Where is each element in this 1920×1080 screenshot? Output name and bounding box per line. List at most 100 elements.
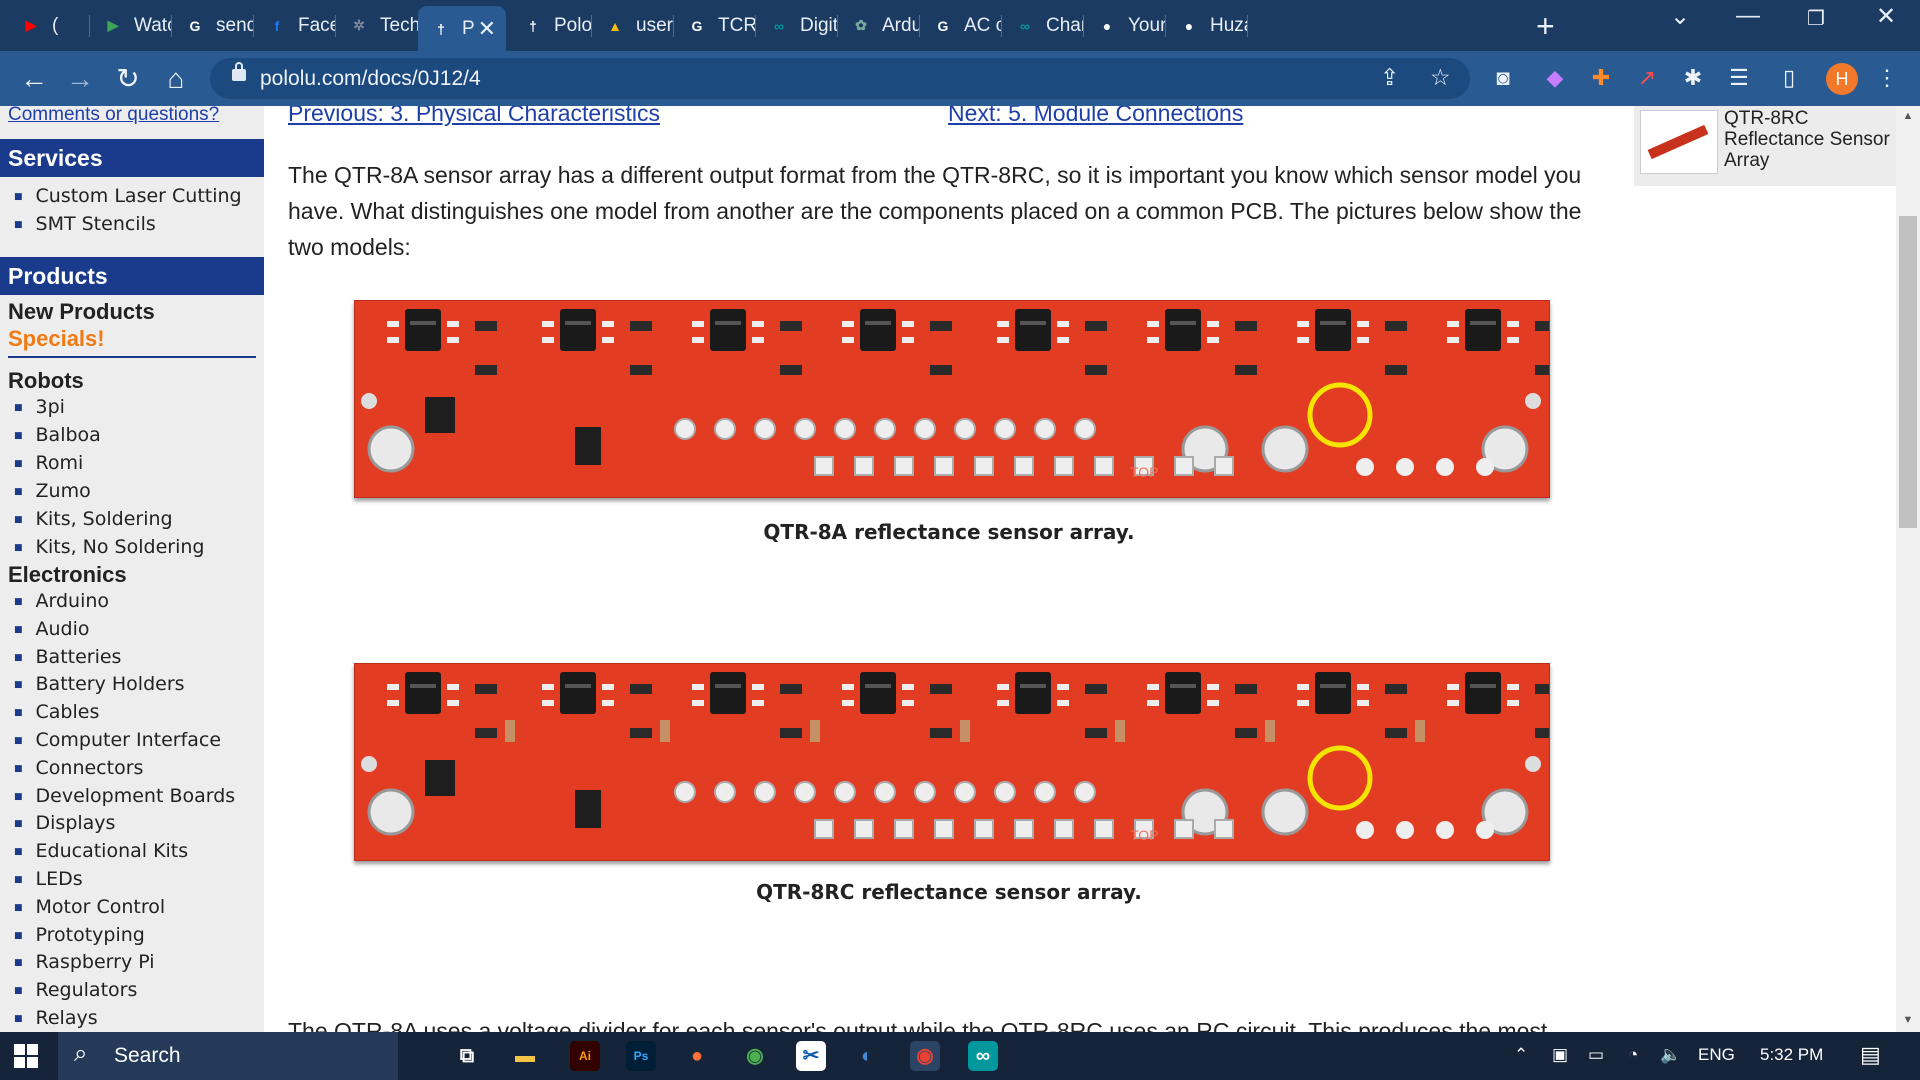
snipping-tool-icon[interactable]: ✂ xyxy=(796,1041,826,1071)
tab-search-chevron-icon[interactable]: ⌄ xyxy=(1656,2,1704,31)
lock-icon[interactable] xyxy=(232,62,246,81)
scroll-down-arrow-icon[interactable]: ▼ xyxy=(1896,1014,1920,1026)
sidebar-item-kits-no-soldering[interactable]: Kits, No Soldering xyxy=(14,536,205,558)
tab-1[interactable]: ▶( xyxy=(8,6,90,45)
side-panel-icon[interactable]: ▯ xyxy=(1774,63,1804,93)
close-window-button[interactable]: ✕ xyxy=(1862,2,1910,31)
tab-4[interactable]: f Facel xyxy=(254,6,336,45)
photoshop-icon[interactable]: Ps xyxy=(626,1041,656,1071)
previous-page-link[interactable]: Previous: 3. Physical Characteristics xyxy=(288,106,660,127)
sidebar-item-educational-kits[interactable]: Educational Kits xyxy=(14,840,189,862)
robots-heading[interactable]: Robots xyxy=(8,368,84,394)
chrome-icon[interactable]: ◉ xyxy=(740,1041,770,1071)
new-tab-button[interactable]: + xyxy=(1536,8,1555,45)
product-thumbnail[interactable] xyxy=(1640,110,1718,174)
tab-6[interactable]: † P ✕ xyxy=(418,6,506,51)
clock-time[interactable]: 5:32 PM xyxy=(1760,1045,1823,1065)
next-page-link[interactable]: Next: 5. Module Connections xyxy=(948,106,1243,127)
smd-resistor xyxy=(475,728,497,738)
address-bar[interactable]: pololu.com/docs/0J12/4 ⇪ ☆ xyxy=(210,58,1470,99)
back-arrow-icon[interactable]: ← xyxy=(16,61,52,97)
tray-chevron-icon[interactable]: ⌃ xyxy=(1514,1045,1528,1065)
electronics-heading[interactable]: Electronics xyxy=(8,562,127,588)
sidebar-item-batteries[interactable]: Batteries xyxy=(14,646,122,668)
reload-icon[interactable]: ↻ xyxy=(110,61,146,97)
sidebar-item-computer-interface[interactable]: Computer Interface xyxy=(14,729,222,751)
sidebar-item-audio[interactable]: Audio xyxy=(14,618,90,640)
sidebar-item-balboa[interactable]: Balboa xyxy=(14,424,101,446)
bookmark-star-icon[interactable]: ☆ xyxy=(1430,64,1451,91)
app-icon[interactable]: ◐ xyxy=(852,1041,882,1071)
extension-badge-icon[interactable]: ✚ xyxy=(1586,63,1616,93)
menu-kebab-icon[interactable]: ⋮ xyxy=(1872,63,1902,93)
volume-icon[interactable]: 🔈 xyxy=(1660,1045,1681,1065)
vertical-scrollbar[interactable]: ▲ ▼ xyxy=(1896,106,1920,1032)
restore-button[interactable]: ❐ xyxy=(1792,6,1840,31)
sidebar-item-motor-control[interactable]: Motor Control xyxy=(14,896,166,918)
firefox-icon[interactable]: ● xyxy=(682,1041,712,1071)
wifi-icon[interactable]: ◔ xyxy=(1628,1045,1638,1065)
sidebar-item-regulators[interactable]: Regulators xyxy=(14,979,138,1001)
tab-5[interactable]: ✲ TechS xyxy=(336,6,418,45)
share-icon[interactable]: ⇪ xyxy=(1380,64,1399,91)
tab-13[interactable]: ∞ Chan xyxy=(1002,6,1084,45)
extensions-puzzle-icon[interactable]: ✱ xyxy=(1678,63,1708,93)
close-tab-icon[interactable]: ✕ xyxy=(478,16,496,42)
specials-link[interactable]: Specials! xyxy=(8,326,105,352)
related-product-card[interactable]: QTR-8RC Reflectance Sensor Array xyxy=(1634,106,1896,186)
sidebar-item-raspberry-pi[interactable]: Raspberry Pi xyxy=(14,951,155,973)
scroll-up-arrow-icon[interactable]: ▲ xyxy=(1896,110,1920,122)
tab-7[interactable]: † Polol xyxy=(510,6,592,45)
sidebar-item-3pi[interactable]: 3pi xyxy=(14,396,65,418)
illustrator-icon[interactable]: Ai xyxy=(570,1041,600,1071)
sidebar-item-romi[interactable]: Romi xyxy=(14,452,84,474)
sidebar-item-battery-holders[interactable]: Battery Holders xyxy=(14,673,185,695)
tab-9[interactable]: G TCRT xyxy=(674,6,756,45)
sidebar-item-arduino[interactable]: Arduino xyxy=(14,590,110,612)
chrome-active-icon[interactable]: ◉ xyxy=(910,1041,940,1071)
tab-12[interactable]: G AC c xyxy=(920,6,1002,45)
arduino-ide-icon[interactable]: ∞ xyxy=(968,1041,998,1071)
task-view-icon[interactable]: ⧉ xyxy=(452,1041,482,1071)
notifications-icon[interactable]: ▤ xyxy=(1860,1042,1881,1068)
tab-11[interactable]: ✿ Ardu xyxy=(838,6,920,45)
minimize-button[interactable]: — xyxy=(1724,2,1772,30)
reading-list-icon[interactable]: ☰ xyxy=(1724,63,1754,93)
sidebar-item-relays[interactable]: Relays xyxy=(14,1007,98,1029)
tab-14[interactable]: ● Your xyxy=(1084,6,1166,45)
related-product-title[interactable]: QTR-8RC Reflectance Sensor Array xyxy=(1724,108,1894,171)
tab-8[interactable]: ▲ userr xyxy=(592,6,674,45)
extension-red-arrow-icon[interactable]: ↗ xyxy=(1632,63,1662,93)
tab-10[interactable]: ∞ Digit xyxy=(756,6,838,45)
sidebar-item-smt-stencils[interactable]: SMT Stencils xyxy=(14,213,156,235)
sidebar-item-kits-soldering[interactable]: Kits, Soldering xyxy=(14,508,173,530)
sidebar-item-connectors[interactable]: Connectors xyxy=(14,757,144,779)
home-icon[interactable]: ⌂ xyxy=(158,61,194,97)
sidebar-item-leds[interactable]: LEDs xyxy=(14,868,83,890)
sidebar-item-custom-laser-cutting[interactable]: Custom Laser Cutting xyxy=(14,185,242,207)
language-indicator[interactable]: ENG xyxy=(1698,1045,1735,1065)
windows-start-icon[interactable] xyxy=(14,1044,38,1068)
taskbar-search-box[interactable]: ⌕ Search xyxy=(58,1032,398,1080)
extension-purple-icon[interactable]: ◆ xyxy=(1540,63,1570,93)
comments-link[interactable]: Comments or questions? xyxy=(8,106,219,126)
sidebar-item-displays[interactable]: Displays xyxy=(14,812,116,834)
url-text[interactable]: pololu.com/docs/0J12/4 xyxy=(260,67,481,91)
tab-15[interactable]: ● Huza xyxy=(1166,6,1248,45)
battery-icon[interactable]: ▭ xyxy=(1588,1045,1604,1065)
smd-resistor xyxy=(780,728,802,738)
camera-extension-icon[interactable]: ◙ xyxy=(1488,63,1518,93)
sidebar-item-cables[interactable]: Cables xyxy=(14,701,100,723)
smd-resistor xyxy=(930,728,952,738)
tray-device-icon[interactable]: ▣ xyxy=(1552,1045,1568,1065)
tab-3[interactable]: Gsend xyxy=(172,6,254,45)
forward-arrow-icon[interactable]: → xyxy=(62,61,98,97)
sidebar-item-prototyping[interactable]: Prototyping xyxy=(14,924,145,946)
sidebar-item-zumo[interactable]: Zumo xyxy=(14,480,91,502)
tab-2[interactable]: ▶ Watc xyxy=(90,6,172,45)
sidebar-item-development-boards[interactable]: Development Boards xyxy=(14,785,236,807)
profile-avatar[interactable]: H xyxy=(1826,63,1858,95)
new-products-link[interactable]: New Products xyxy=(8,299,155,325)
file-explorer-icon[interactable]: ▬ xyxy=(510,1041,540,1071)
scrollbar-thumb[interactable] xyxy=(1899,216,1917,528)
